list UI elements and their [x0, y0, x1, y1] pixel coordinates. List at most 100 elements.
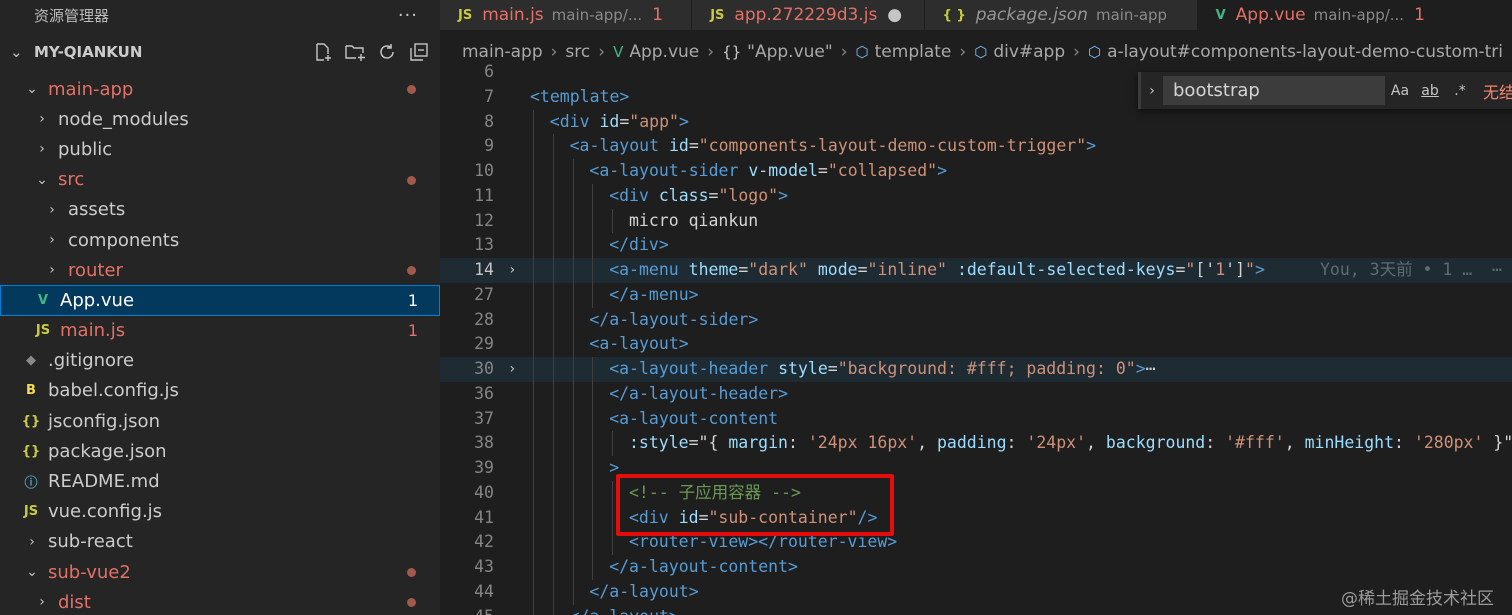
tree-item[interactable]: ◆ .gitignore [0, 346, 440, 376]
code-line[interactable]: 41 <div id="sub-container"/> [440, 505, 1512, 531]
code-line[interactable]: 43 </a-layout-content> [440, 555, 1512, 580]
symbol-icon: ⬡ [974, 43, 988, 61]
chevron-down-icon: ⌄ [26, 81, 38, 98]
editor-tab[interactable]: V App.vue main-app/... 1 [1197, 0, 1512, 30]
tree-item[interactable]: JS vue.config.js [0, 497, 440, 527]
code-line[interactable]: 30 › <a-layout-header style="background: #… [440, 357, 1512, 382]
code-line[interactable]: 36 </a-layout-header> [440, 381, 1512, 407]
code-line[interactable]: 13 </div> [440, 233, 1512, 258]
code-line[interactable]: 8 <div id="app"> [440, 109, 1512, 135]
editor-tab[interactable]: JS main.js main-app/... 1 [440, 0, 693, 30]
indent-guide [552, 357, 554, 382]
tree-item[interactable]: › node_modules [0, 104, 440, 134]
breadcrumb-label: div#app [993, 42, 1066, 62]
breadcrumb-item[interactable]: src [565, 42, 590, 62]
breadcrumb-item[interactable]: ⬡ template [856, 42, 952, 62]
line-number: 27 [474, 284, 494, 304]
code-line[interactable]: 28 </a-layout-sider> [440, 307, 1512, 333]
tree-item[interactable]: ⌄ main-app [0, 74, 440, 104]
tree-item[interactable]: ⓘ README.md [0, 466, 440, 496]
code-text: :style="{ margin: '24px 16px', padding: … [629, 433, 1512, 453]
tree-item[interactable]: › router [0, 255, 440, 285]
match-case-toggle[interactable]: Aa [1385, 83, 1415, 99]
code-line[interactable]: 14 › <a-menu theme="dark" mode="inline" :d… [440, 258, 1512, 283]
tree-item[interactable]: › public [0, 134, 440, 164]
indent-guide [533, 109, 534, 135]
code-line[interactable]: 9 <a-layout id="components-layout-demo-cu… [440, 134, 1512, 159]
line-number: 39 [474, 458, 494, 477]
code-line[interactable]: 42 <router-view></router-view> [440, 530, 1512, 555]
more-actions-icon[interactable]: ··· [398, 5, 418, 26]
chevron-down-icon: ⌄ [26, 564, 38, 581]
tree-item[interactable]: ⌄ src [0, 165, 440, 195]
symbol-icon: ⬡ [1087, 43, 1102, 61]
tree-item[interactable]: Bbabel.config.js [0, 376, 440, 406]
fold-chevron-icon[interactable]: › [508, 258, 516, 283]
tree-item[interactable]: ⌄ sub-vue2 [0, 557, 440, 587]
tree-item[interactable]: › dist [0, 587, 440, 615]
new-file-icon[interactable] [312, 41, 334, 63]
json-icon: {} [21, 413, 41, 429]
breadcrumb-item[interactable]: V App.vue [613, 42, 699, 62]
tree-item[interactable]: › assets [0, 195, 440, 225]
tree-item[interactable]: {} package.json [0, 436, 440, 466]
breadcrumb-item[interactable]: {} "App.vue" [722, 42, 833, 62]
code-line[interactable]: 11 <div class="logo"> [440, 183, 1512, 209]
code-line[interactable]: 27 </a-menu> [440, 282, 1512, 308]
editor-tab[interactable]: { } package.json main-app [924, 0, 1198, 30]
modified-dot [407, 175, 416, 185]
code-line[interactable]: 40 <!-- 子应用容器 --> [440, 480, 1512, 506]
indent-guide [592, 282, 594, 308]
fold-chevron-icon[interactable]: › [508, 357, 516, 382]
code-line[interactable]: 12 micro qiankun [440, 208, 1512, 234]
tab-badge: ● [887, 5, 903, 25]
breadcrumb-label: "App.vue" [747, 42, 833, 62]
breadcrumb-item[interactable]: main-app [462, 42, 543, 62]
toggle-replace-icon[interactable]: › [1141, 83, 1163, 99]
line-number: 12 [474, 210, 494, 230]
tree-item-label: main-app [48, 78, 134, 100]
chevron-right-icon: › [49, 232, 55, 249]
tab-badge: 1 [1414, 5, 1425, 25]
regex-toggle[interactable]: .* [1445, 83, 1475, 99]
indent-guide [612, 208, 614, 234]
info-icon: ⓘ [24, 476, 38, 492]
code-line[interactable]: 38:style="{ margin: '24px 16px', padding… [440, 431, 1512, 456]
indent-guide [572, 431, 574, 456]
indent-guide [572, 480, 574, 506]
collapse-all-icon[interactable] [408, 41, 430, 63]
file-type-icon: JS [710, 7, 725, 23]
editor-tab[interactable]: JS app.272229d3.js ● [692, 0, 925, 30]
indent-guide [533, 604, 534, 615]
indent-guide [552, 208, 554, 234]
tree-item[interactable]: JS main.js 1 [0, 316, 440, 346]
breadcrumb-item[interactable]: ⬡ a-layout#components-layout-demo-custom-… [1088, 42, 1503, 62]
code-line[interactable]: 29 <a-layout> [440, 332, 1512, 357]
indent-guide [572, 258, 574, 283]
tree-item[interactable]: › sub-react [0, 527, 440, 557]
code-line[interactable]: 39 > [440, 456, 1512, 481]
code-line[interactable]: 10 <a-layout-sider v-model="collapsed"> [440, 159, 1512, 184]
tree-item[interactable]: {} jsconfig.json [0, 406, 440, 436]
whole-word-toggle[interactable]: ab [1415, 83, 1445, 99]
modified-dot [407, 85, 416, 95]
tree-item[interactable]: › components [0, 225, 440, 255]
tree-item-label: assets [68, 199, 126, 221]
refresh-icon[interactable] [376, 41, 398, 63]
indent-guide [592, 357, 594, 382]
new-folder-icon[interactable] [344, 41, 366, 63]
find-input[interactable]: bootstrap [1163, 76, 1385, 105]
tree-item[interactable]: V App.vue 1 [0, 285, 440, 316]
code-line[interactable]: 37 <a-layout-content [440, 406, 1512, 432]
indent-guide [572, 282, 574, 308]
workspace-name: MY-QIANKUN [34, 43, 143, 61]
workspace-section-header[interactable]: ⌄ MY-QIANKUN [0, 30, 440, 74]
watermark: @稀土掘金技术社区 [1341, 589, 1494, 609]
line-number: 14 [474, 260, 494, 279]
indent-guide [533, 282, 534, 308]
breadcrumb-item[interactable]: ⬡ div#app [974, 42, 1065, 62]
code-editor[interactable]: 6 7 <template> 8 <div id="app"> 9 <a-layout id… [440, 62, 1512, 615]
tree-item-label: router [68, 259, 123, 281]
indent-guide [552, 579, 554, 605]
indent-guide [533, 530, 534, 555]
